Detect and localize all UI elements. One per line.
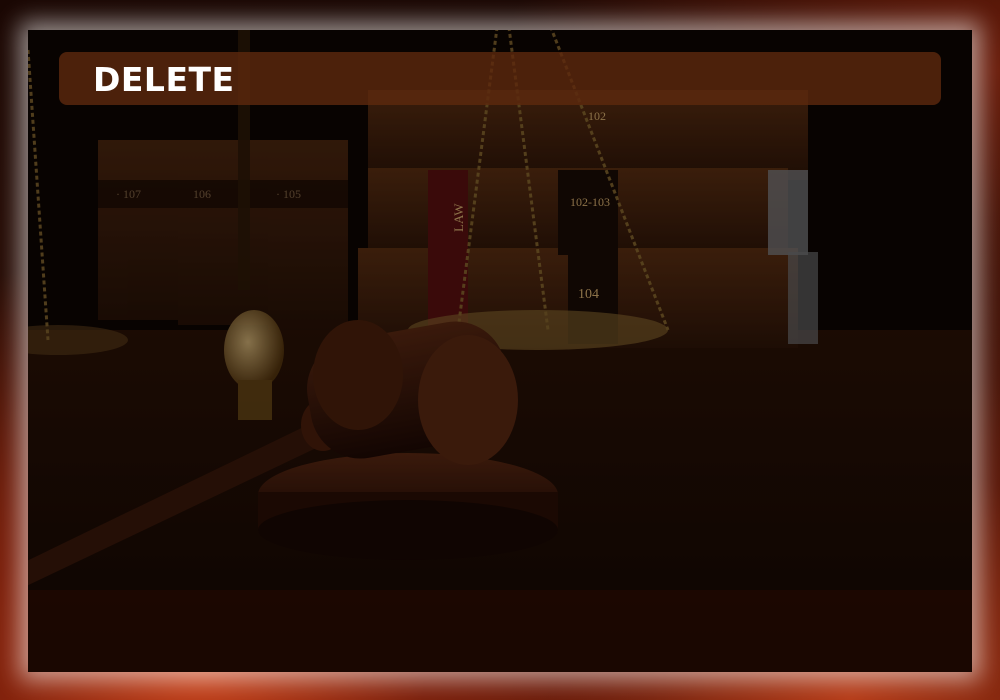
svg-text:104: 104 [578, 287, 599, 302]
back-books: · 107 106 · 105 [98, 140, 348, 330]
window: · 107 106 · 105 LAW 102-103 104 102 DELE… [0, 0, 1000, 700]
dialog-title-bar: DELETE [59, 52, 941, 105]
svg-text:· 107: · 107 [116, 187, 141, 201]
delete-dialog-panel: · 107 106 · 105 LAW 102-103 104 102 DELE… [28, 30, 972, 672]
svg-text:102-103: 102-103 [570, 195, 610, 209]
svg-text:102: 102 [588, 109, 606, 123]
courtroom-background-image: · 107 106 · 105 LAW 102-103 104 102 [28, 30, 972, 672]
svg-text:· 105: · 105 [276, 187, 301, 201]
svg-text:106: 106 [193, 187, 211, 201]
law-books-stack: LAW 102-103 104 102 [358, 90, 818, 348]
svg-text:LAW: LAW [451, 203, 466, 232]
dialog-title: DELETE [93, 60, 235, 99]
